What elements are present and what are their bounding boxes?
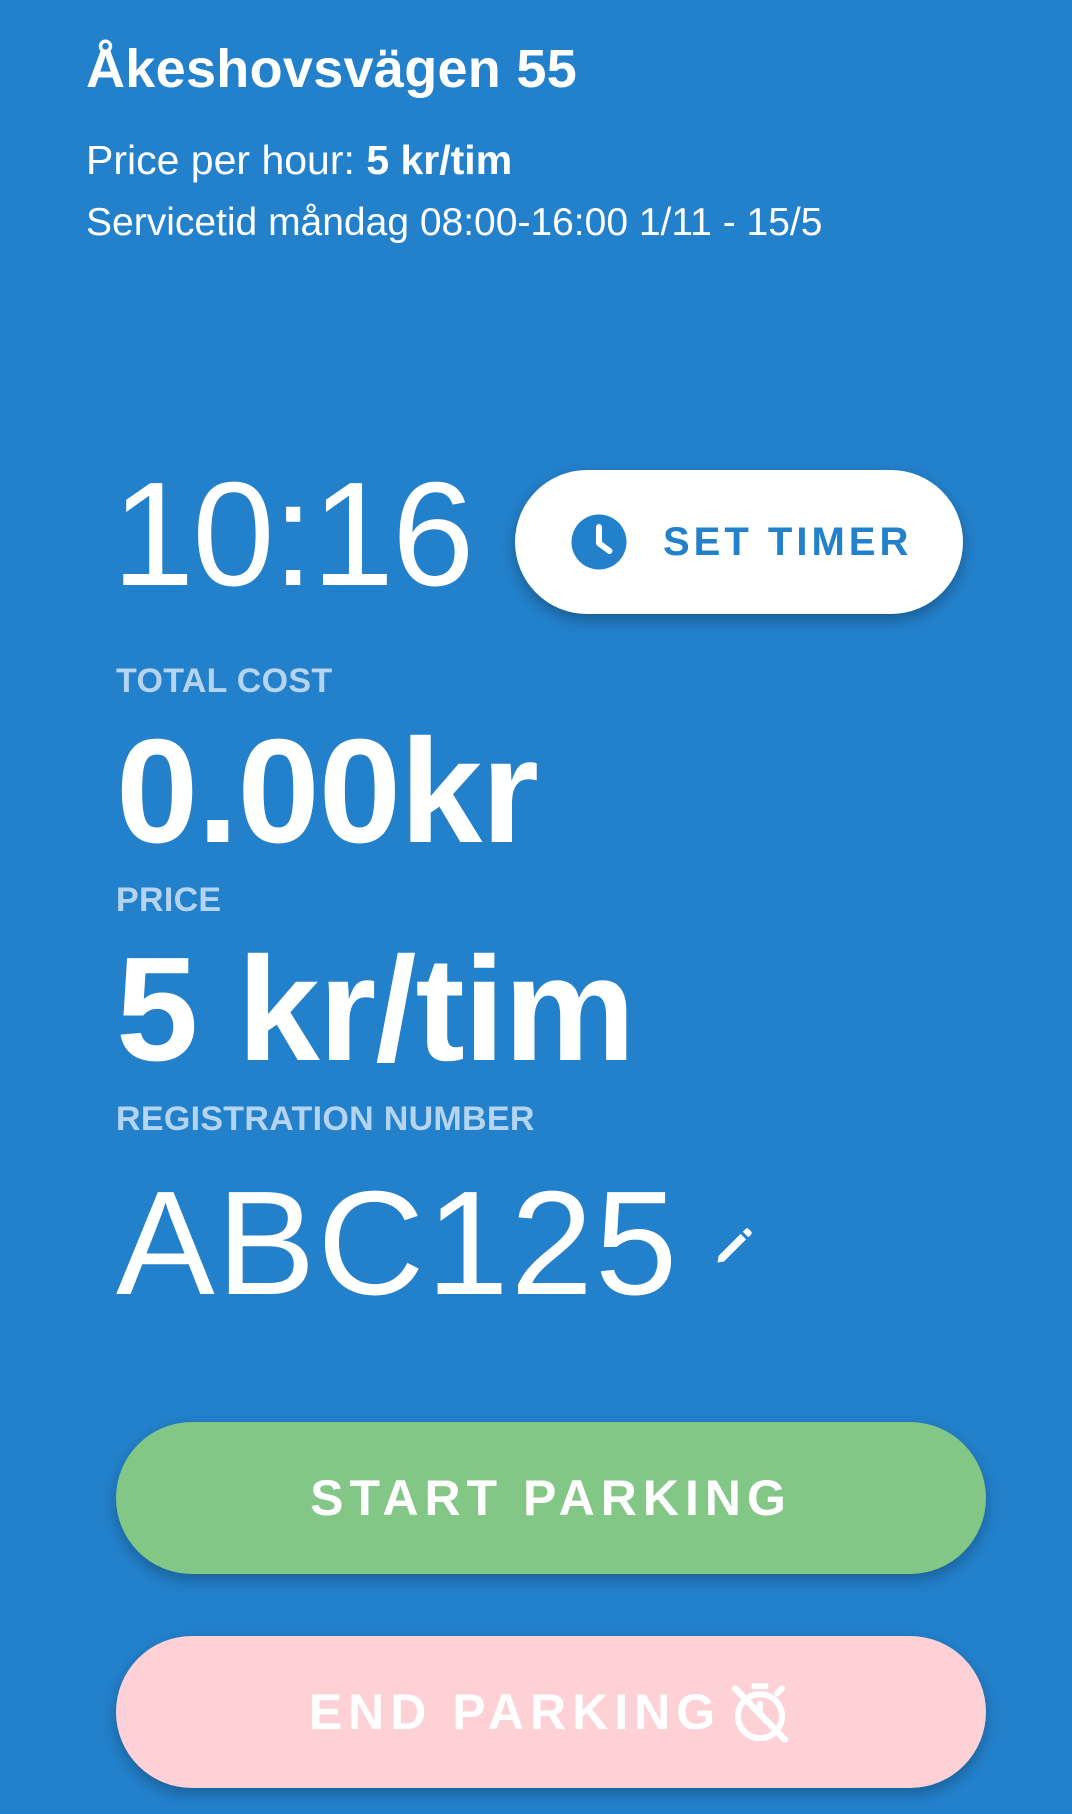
service-time: Servicetid måndag 08:00-16:00 1/11 - 15/… [86,201,823,244]
total-cost-value: 0.00kr [116,709,539,874]
total-cost-label: TOTAL COST [116,662,333,700]
start-parking-label: START PARKING [310,1470,792,1526]
location-header: Åkeshovsvägen 55 Price per hour: 5 kr/ti… [86,42,986,242]
pencil-icon[interactable] [712,1224,756,1268]
end-parking-label: END PARKING [308,1684,722,1740]
price-per-hour-value: 5 kr/tim [366,137,513,183]
set-timer-label: SET TIMER [663,520,913,564]
timer-off-icon [732,1683,789,1743]
price-value: 5 kr/tim [116,927,635,1092]
end-parking-button[interactable]: END PARKING [116,1636,986,1788]
timer-row: 10:16 SET TIMER [112,452,992,617]
location-title: Åkeshovsvägen 55 [86,39,578,99]
price-per-hour-label: Price per hour: [86,137,355,183]
set-timer-button[interactable]: SET TIMER [515,470,963,614]
start-parking-button[interactable]: START PARKING [116,1422,986,1574]
price-label: PRICE [116,881,222,919]
current-time: 10:16 [112,452,474,617]
price-per-hour: Price per hour: 5 kr/tim [86,140,986,181]
registration-number-label: REGISTRATION NUMBER [116,1100,535,1138]
registration-number-value: ABC125 [116,1161,680,1326]
clock-icon [571,514,627,570]
